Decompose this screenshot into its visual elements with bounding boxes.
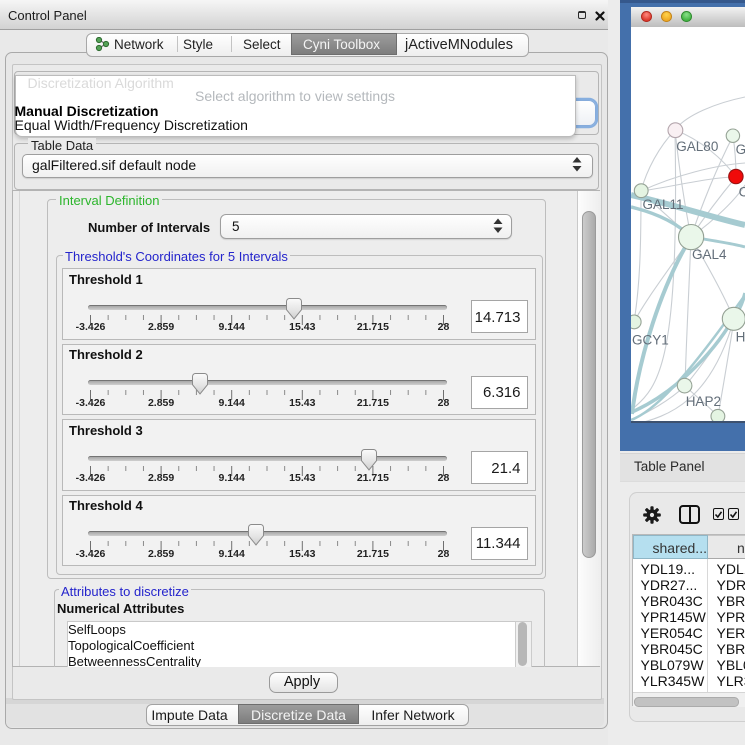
svg-text:HC: HC [736,329,745,344]
svg-text:GAL2: GAL2 [736,142,745,157]
svg-text:GAL80: GAL80 [676,139,718,154]
svg-text:GAL4: GAL4 [692,247,727,262]
svg-text:GAL11: GAL11 [643,197,684,212]
svg-text:GCY1: GCY1 [632,332,669,347]
svg-text:HAP2: HAP2 [686,394,721,409]
svg-text:CDC: CDC [739,184,745,199]
